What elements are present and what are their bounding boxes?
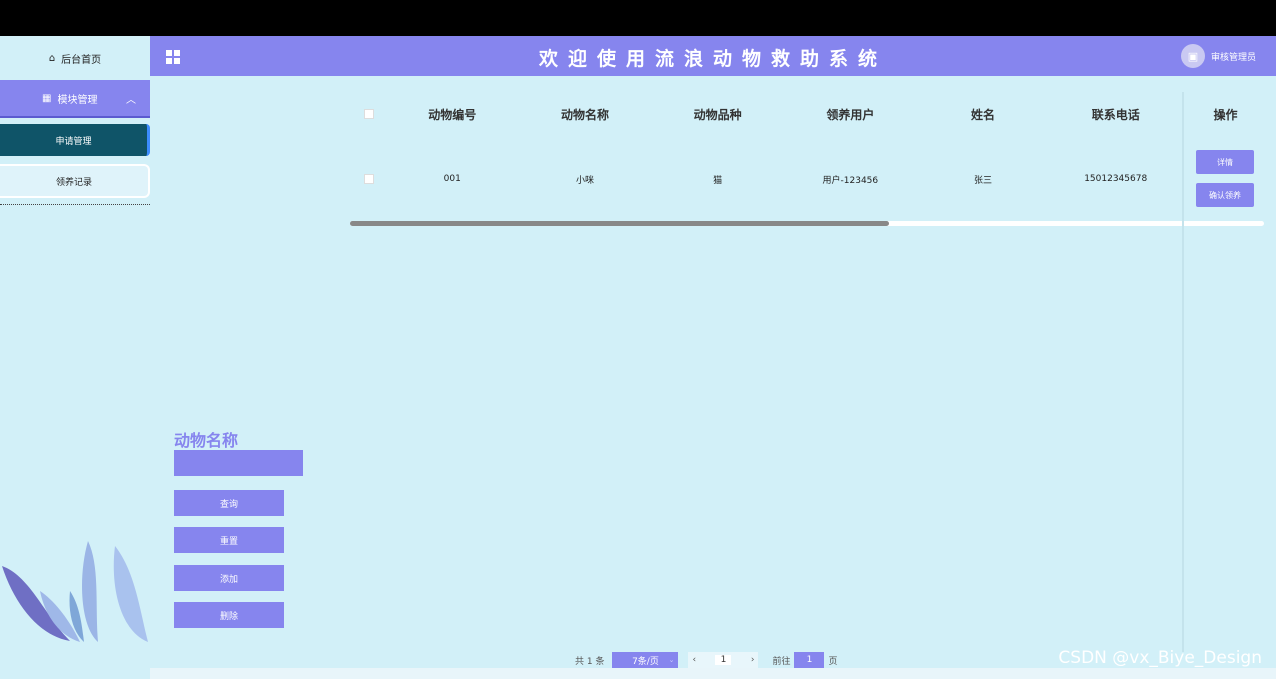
table-cell: 猫 — [713, 175, 723, 186]
black-frame-bar — [0, 0, 1276, 36]
goto-page-input[interactable]: 1 — [794, 652, 825, 668]
table-cell: 张三 — [974, 175, 993, 186]
scrollbar-thumb[interactable] — [350, 221, 890, 226]
reset-button[interactable]: 重置 — [174, 527, 284, 553]
sidebar-divider — [0, 204, 150, 205]
chevron-down-icon: ⌄ — [668, 656, 675, 664]
page-size-value: 7条/页 — [632, 656, 659, 667]
next-page-icon[interactable]: › — [751, 655, 755, 665]
goto-prefix: 前往 — [772, 656, 791, 667]
sidebar-item-label: 申请管理 — [55, 136, 92, 147]
goto-suffix: 页 — [828, 656, 838, 667]
data-table: 动物编号 动物名称 动物品种 领养用户 姓名 联系电话 001 小咪 猫 用户-… — [352, 92, 1182, 222]
home-icon: ⌂ — [48, 52, 56, 64]
bottom-strip — [150, 668, 1276, 679]
prev-page-icon[interactable]: ‹ — [692, 655, 696, 665]
page-navigator: ‹ 1 › — [688, 652, 759, 668]
animal-name-search-input[interactable] — [174, 450, 303, 476]
column-header: 姓名 — [971, 107, 996, 122]
watermark: CSDN @vx_Biye_Design — [1058, 648, 1262, 668]
page-size-select[interactable]: 7条/页 ⌄ — [612, 652, 679, 668]
table-cell: 001 — [443, 174, 461, 184]
sidebar-module-menu[interactable]: ▦ 模块管理 ︿ — [0, 80, 150, 118]
query-button[interactable]: 查询 — [174, 490, 284, 516]
table-cell: 用户-123456 — [822, 175, 879, 186]
ops-header: 操作 — [1213, 107, 1238, 122]
page-title: 欢迎使用流浪动物救助系统 — [538, 48, 887, 70]
table-cell: 15012345678 — [1084, 174, 1148, 184]
column-header: 动物名称 — [560, 107, 609, 122]
column-header: 动物编号 — [428, 107, 477, 122]
search-label: 动物名称 — [174, 431, 239, 450]
sidebar-item-adopt-records[interactable]: 领养记录 — [0, 164, 150, 198]
pagination: 共 1 条 7条/页 ⌄ ‹ 1 › 前往 1 页 — [575, 652, 837, 668]
sidebar-home-label: 后台首页 — [61, 54, 102, 66]
select-all-checkbox[interactable] — [363, 109, 374, 119]
column-header: 动物品种 — [693, 107, 742, 122]
horizontal-scrollbar[interactable] — [350, 221, 1264, 226]
avatar: ▣ — [1180, 44, 1205, 68]
table-row: 001 小咪 猫 用户-123456 张三 15012345678 — [352, 136, 1182, 222]
total-count: 共 1 条 — [575, 656, 605, 667]
confirm-adopt-button[interactable]: 确认领养 — [1196, 183, 1254, 207]
sidebar-module-label: 模块管理 — [57, 94, 98, 106]
chevron-up-icon: ︿ — [126, 95, 136, 106]
column-header: 领养用户 — [826, 107, 875, 122]
operations-column: 操作 详情 确认领养 — [1182, 92, 1267, 652]
column-header: 联系电话 — [1091, 107, 1140, 122]
sidebar-home[interactable]: ⌂ 后台首页 — [0, 36, 150, 80]
sidebar-item-apply-manage[interactable]: 申请管理 — [0, 124, 150, 156]
grid-icon: ▦ — [42, 92, 52, 104]
user-menu[interactable]: ▣ 审核管理员 — [1180, 44, 1256, 68]
sidebar-item-label: 领养记录 — [55, 177, 92, 188]
row-checkbox[interactable] — [363, 174, 374, 184]
table-cell: 小咪 — [575, 175, 594, 186]
top-header: 欢迎使用流浪动物救助系统 ▣ 审核管理员 — [150, 36, 1276, 76]
user-role-label: 审核管理员 — [1210, 52, 1256, 63]
delete-button[interactable]: 删除 — [174, 602, 284, 628]
details-button[interactable]: 详情 — [1196, 150, 1254, 174]
leaf-decoration — [0, 536, 150, 646]
current-page[interactable]: 1 — [715, 655, 732, 665]
add-button[interactable]: 添加 — [174, 565, 284, 591]
table-header: 动物编号 动物名称 动物品种 领养用户 姓名 联系电话 — [352, 92, 1182, 136]
